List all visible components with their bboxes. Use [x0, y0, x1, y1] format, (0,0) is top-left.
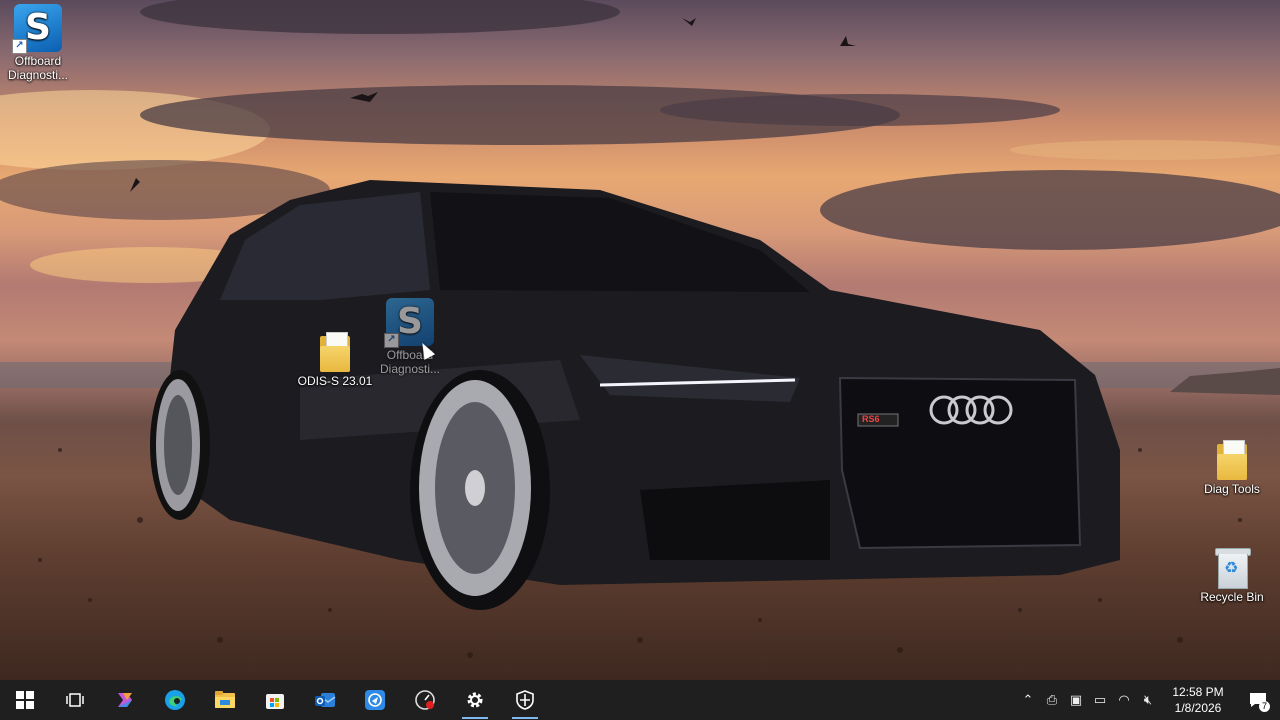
- recycle-bin-icon: ♻: [1215, 548, 1251, 589]
- security-button[interactable]: [500, 680, 550, 720]
- rs6-badge: RS6: [862, 414, 880, 424]
- task-view-button[interactable]: [50, 680, 100, 720]
- copilot-button[interactable]: [100, 680, 150, 720]
- taskbar: ⌃ ⎙ ▣ ▭ ◠ 🔇︎ 12:58 PM 1/8/2026 7: [0, 680, 1280, 720]
- system-tray: ⌃ ⎙ ▣ ▭ ◠ 🔇︎ 12:58 PM 1/8/2026 7: [1016, 680, 1280, 720]
- task-view-icon: [64, 689, 86, 711]
- start-icon: [14, 689, 36, 711]
- clock[interactable]: 12:58 PM 1/8/2026: [1160, 684, 1236, 716]
- shortcut-arrow-icon: ↗: [384, 333, 399, 348]
- clock-date: 1/8/2026: [1174, 701, 1222, 715]
- settings-button[interactable]: [450, 680, 500, 720]
- chevron-up-icon[interactable]: ⌃: [1016, 680, 1040, 720]
- odis-app-icon: S ↗: [384, 298, 434, 348]
- battery-icon[interactable]: ▭: [1088, 680, 1112, 720]
- recycle-bin-item[interactable]: ♻ Recycle Bin: [1194, 548, 1270, 604]
- outlook-button[interactable]: [300, 680, 350, 720]
- offboard-diagnostic-dragging-shortcut[interactable]: S ↗ Offboard Diagnosti...: [372, 298, 448, 376]
- copilot-icon: [114, 689, 136, 711]
- microsoft-store-icon: [264, 689, 286, 711]
- file-explorer-button[interactable]: [200, 680, 250, 720]
- usb-device-icon[interactable]: ⎙: [1040, 680, 1064, 720]
- diag-tools-folder-item[interactable]: Diag Tools: [1194, 440, 1270, 496]
- microsoft-store-button[interactable]: [250, 680, 300, 720]
- monitor-icon[interactable]: ▣: [1064, 680, 1088, 720]
- start-button[interactable]: [0, 680, 50, 720]
- outlook-icon: [314, 689, 336, 711]
- wallpaper-art: [0, 0, 1280, 658]
- desktop-icon-label: Diag Tools: [1204, 482, 1260, 496]
- remote-app-icon: [364, 689, 386, 711]
- desktop-wallpaper: RS6: [0, 0, 1280, 680]
- edge-button[interactable]: [150, 680, 200, 720]
- offboard-diagnostic-shortcut[interactable]: S ↗ Offboard Diagnosti...: [0, 4, 76, 82]
- diagnostic-app-icon: [414, 689, 436, 711]
- settings-icon: [464, 689, 486, 711]
- folder-icon: [320, 332, 350, 372]
- file-explorer-icon: [214, 689, 236, 711]
- shortcut-arrow-icon: ↗: [12, 39, 27, 54]
- volume-muted-icon[interactable]: 🔇︎: [1136, 680, 1160, 720]
- wifi-icon[interactable]: ◠: [1112, 680, 1136, 720]
- desktop-icon-label: Offboard Diagnosti...: [7, 54, 69, 82]
- security-icon: [514, 689, 536, 711]
- folder-icon: [1217, 440, 1247, 480]
- clock-time: 12:58 PM: [1172, 685, 1224, 699]
- desktop-icon-label: Recycle Bin: [1200, 590, 1264, 604]
- odis-folder-icon-item[interactable]: ODIS-S 23.01: [297, 332, 373, 388]
- odis-app-icon: S ↗: [12, 4, 62, 54]
- desktop-icon-label: ODIS-S 23.01: [297, 374, 373, 388]
- diagnostic-app-button[interactable]: [400, 680, 450, 720]
- edge-icon: [164, 689, 186, 711]
- notification-button[interactable]: 7: [1236, 680, 1280, 720]
- remote-app-button[interactable]: [350, 680, 400, 720]
- notification-badge: 7: [1258, 701, 1270, 712]
